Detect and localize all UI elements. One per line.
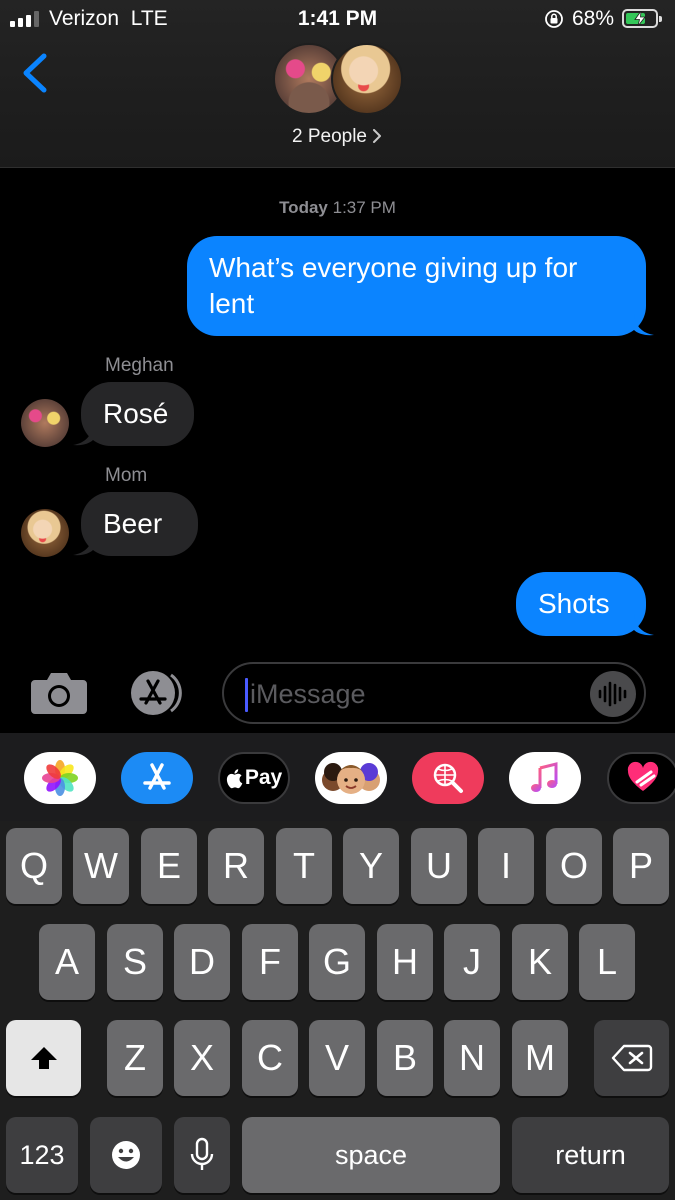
app-drawer: Pay xyxy=(0,733,675,821)
apple-pay-button[interactable]: Pay xyxy=(218,752,290,804)
key-x[interactable]: X xyxy=(174,1020,230,1096)
key-d[interactable]: D xyxy=(174,924,230,1000)
app-store-button[interactable] xyxy=(121,752,193,804)
avatar-mom[interactable] xyxy=(331,43,403,115)
music-button[interactable] xyxy=(509,752,581,804)
status-bar: Verizon LTE 1:41 PM 68% xyxy=(0,0,675,36)
camera-button[interactable] xyxy=(30,670,88,716)
timestamp-time: 1:37 PM xyxy=(332,198,396,217)
conversation-timestamp: Today 1:37 PM xyxy=(0,198,675,218)
apple-pay-label: Pay xyxy=(244,766,283,789)
bubble-tail xyxy=(634,314,654,336)
apple-logo-icon xyxy=(226,768,243,788)
message-text: Rosé xyxy=(103,398,169,429)
key-b[interactable]: B xyxy=(377,1020,433,1096)
message-bubble-incoming[interactable]: Beer xyxy=(73,492,198,556)
app-store-icon xyxy=(131,671,182,715)
input-placeholder: iMessage xyxy=(250,679,366,709)
audio-waveform-icon xyxy=(598,681,627,707)
return-key[interactable]: return xyxy=(512,1117,669,1193)
avatar-mom-small[interactable] xyxy=(21,509,69,557)
audio-message-button[interactable] xyxy=(590,671,636,717)
memoji-icon xyxy=(322,763,380,794)
apps-button[interactable] xyxy=(126,670,188,716)
chevron-right-icon xyxy=(373,129,381,143)
battery-percent: 68% xyxy=(572,7,615,30)
key-t[interactable]: T xyxy=(276,828,332,904)
timestamp-day: Today xyxy=(279,198,328,217)
key-k[interactable]: K xyxy=(512,924,568,1000)
key-e[interactable]: E xyxy=(141,828,197,904)
shift-key[interactable] xyxy=(6,1020,81,1096)
emoji-key[interactable] xyxy=(90,1117,162,1193)
key-o[interactable]: O xyxy=(546,828,602,904)
emoji-icon xyxy=(112,1141,140,1169)
shift-icon xyxy=(30,1047,57,1069)
message-text: Beer xyxy=(103,508,163,539)
app-store-icon xyxy=(143,763,171,790)
memoji-button[interactable] xyxy=(315,752,387,804)
avatar-meghan-small[interactable] xyxy=(21,399,69,447)
orientation-lock-icon xyxy=(545,10,563,28)
key-r[interactable]: R xyxy=(208,828,264,904)
key-w[interactable]: W xyxy=(73,828,129,904)
key-n[interactable]: N xyxy=(444,1020,500,1096)
key-g[interactable]: G xyxy=(309,924,365,1000)
message-bubble-outgoing[interactable]: Shots xyxy=(516,572,654,636)
digital-touch-icon xyxy=(627,761,659,791)
key-m[interactable]: M xyxy=(512,1020,568,1096)
key-i[interactable]: I xyxy=(478,828,534,904)
bubble-tail xyxy=(73,424,93,446)
key-y[interactable]: Y xyxy=(343,828,399,904)
music-note-icon xyxy=(531,762,558,792)
photos-icon xyxy=(42,760,78,796)
charging-bolt-icon xyxy=(634,11,646,26)
images-search-button[interactable] xyxy=(412,752,484,804)
key-z[interactable]: Z xyxy=(107,1020,163,1096)
group-details-link[interactable]: 2 People xyxy=(0,126,675,148)
message-bubble-outgoing[interactable]: What’s everyone giving up for lent xyxy=(187,236,654,336)
numbers-key[interactable]: 123 xyxy=(6,1117,78,1193)
back-button[interactable] xyxy=(14,48,58,96)
battery-charging-icon xyxy=(622,9,662,28)
camera-icon xyxy=(31,673,87,714)
photos-app-button[interactable] xyxy=(24,752,96,804)
group-label: 2 People xyxy=(291,126,367,147)
key-l[interactable]: L xyxy=(579,924,635,1000)
key-q[interactable]: Q xyxy=(6,828,62,904)
key-c[interactable]: C xyxy=(242,1020,298,1096)
digital-touch-button[interactable] xyxy=(607,752,675,804)
key-s[interactable]: S xyxy=(107,924,163,1000)
message-text: What’s everyone giving up for lent xyxy=(209,252,578,319)
key-f[interactable]: F xyxy=(242,924,298,1000)
delete-key[interactable] xyxy=(594,1020,669,1096)
key-p[interactable]: P xyxy=(613,828,669,904)
back-chevron-icon xyxy=(23,53,47,93)
key-a[interactable]: A xyxy=(39,924,95,1000)
delete-icon xyxy=(611,1044,652,1072)
sender-name: Mom xyxy=(105,465,148,486)
text-cursor xyxy=(245,678,248,712)
message-text: Shots xyxy=(538,588,610,619)
key-j[interactable]: J xyxy=(444,924,500,1000)
keyboard: Q W E R T Y U I O P A S D F G H J K L Z … xyxy=(0,821,675,1200)
key-v[interactable]: V xyxy=(309,1020,365,1096)
message-bubble-incoming[interactable]: Rosé xyxy=(73,382,194,446)
bubble-tail xyxy=(634,614,654,636)
key-u[interactable]: U xyxy=(411,828,467,904)
sender-name: Meghan xyxy=(105,355,174,376)
bubble-tail xyxy=(73,534,93,556)
key-h[interactable]: H xyxy=(377,924,433,1000)
space-key[interactable]: space xyxy=(242,1117,500,1193)
globe-search-icon xyxy=(433,763,463,793)
microphone-icon xyxy=(190,1137,214,1170)
imessage-input[interactable]: iMessage xyxy=(222,662,646,724)
dictation-key[interactable] xyxy=(174,1117,230,1193)
